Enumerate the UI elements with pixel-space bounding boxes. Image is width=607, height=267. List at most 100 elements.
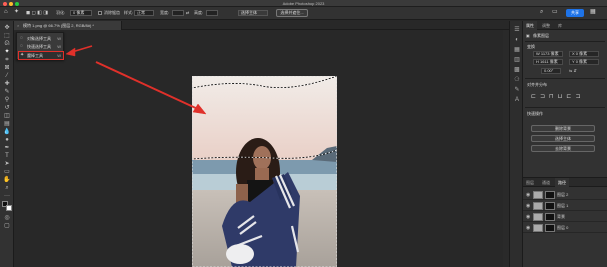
character-icon[interactable]: A: [513, 97, 521, 104]
properties-tabs: 属性 调整 库: [523, 21, 607, 30]
tools-panel: ✥ ⬚ ᘏ ✦ ⌗ ⊠ ⁄ ✚ ✎ ⚲ ↺ ◫ ▤ 💧 ● ✒ T ➤ ▭ ✋ …: [0, 21, 14, 267]
divider: [525, 107, 605, 108]
magic-wand-tool-icon[interactable]: ✦: [14, 9, 19, 15]
layer-mask-thumbnail: [545, 191, 555, 199]
align-buttons[interactable]: ⊏⊐⊓⊔⊏⊐: [531, 93, 584, 100]
workspace-icon[interactable]: ▭: [552, 9, 558, 15]
document-tab-title: 模特 1.png @ 66.7% (图层 2, RGB/8#) *: [23, 23, 94, 28]
more-tools-icon[interactable]: ···: [3, 193, 11, 199]
app-title: Adobe Photoshop 2023: [282, 1, 325, 6]
shortcut-key: W: [57, 44, 61, 49]
marquee-tool-icon[interactable]: ⬚: [3, 33, 11, 39]
select-subject-button[interactable]: 选择主体: [238, 10, 268, 16]
x-field[interactable]: X 0 像素: [569, 51, 599, 57]
tab-libraries[interactable]: 库: [555, 21, 565, 30]
brushes-icon[interactable]: ✎: [513, 87, 521, 94]
home-icon[interactable]: ⌂: [4, 9, 8, 15]
object-selection-tool-item[interactable]: ◌ 对象选择工具 W: [19, 35, 63, 42]
crop-tool-icon[interactable]: ⌗: [3, 57, 11, 63]
transform-section-title: 变换: [527, 44, 535, 49]
swap-icon[interactable]: ⇄: [186, 10, 189, 16]
layer-thumbnail: [533, 213, 543, 221]
gradient-icon[interactable]: ▥: [513, 57, 521, 64]
layer-row[interactable]: ◉ 图层 1: [523, 201, 607, 211]
tab-paths[interactable]: 路径: [555, 178, 569, 187]
tab-layers[interactable]: 图层: [523, 178, 537, 187]
height-input[interactable]: [206, 10, 218, 16]
lasso-tool-icon[interactable]: ᘏ: [3, 41, 11, 47]
frame-tool-icon[interactable]: ⊠: [3, 65, 11, 71]
width-label: 宽度:: [160, 10, 170, 15]
type-tool-icon[interactable]: T: [3, 153, 11, 159]
swatches-icon[interactable]: ▦: [513, 47, 521, 54]
close-tab-icon[interactable]: ×: [17, 21, 19, 30]
angle-field[interactable]: 0.00°: [541, 68, 561, 74]
photo-girl-on-beach: [192, 76, 337, 267]
blur-tool-icon[interactable]: 💧: [3, 129, 11, 135]
healing-brush-icon[interactable]: ✚: [3, 81, 11, 87]
history-icon[interactable]: ☰: [513, 27, 521, 34]
document-image[interactable]: [192, 76, 337, 267]
gradient-tool-icon[interactable]: ▤: [3, 121, 11, 127]
y-field[interactable]: Y 0 像素: [569, 59, 599, 65]
layer-row[interactable]: ◉ 背景: [523, 212, 607, 222]
quick-selection-tool-item[interactable]: ◌ 快速选择工具 W: [19, 43, 63, 50]
object-selection-icon: ◌: [20, 35, 23, 41]
flyout-item-label: 魔棒工具: [27, 53, 43, 58]
layer-row[interactable]: ◉ 图层 2: [523, 190, 607, 200]
history-brush-icon[interactable]: ↺: [3, 105, 11, 111]
shape-tool-icon[interactable]: ▭: [3, 169, 11, 175]
eye-icon[interactable]: ◉: [526, 201, 530, 211]
tab-properties[interactable]: 属性: [523, 21, 537, 30]
feather-input[interactable]: 0 像素: [70, 10, 92, 16]
patterns-icon[interactable]: ▩: [513, 67, 521, 74]
quick-mask-icon[interactable]: ◎: [3, 215, 11, 221]
remove-background-button[interactable]: 删除背景: [531, 125, 595, 132]
move-tool-icon[interactable]: ✥: [3, 25, 11, 31]
document-tab-bar: × 模特 1.png @ 66.7% (图层 2, RGB/8#) *: [14, 21, 509, 30]
path-select-icon[interactable]: ➤: [3, 161, 11, 167]
magic-wand-tool-icon[interactable]: ✦: [3, 49, 11, 55]
screen-mode-icon[interactable]: ▢: [3, 223, 11, 229]
flyout-item-label: 对象选择工具: [27, 36, 51, 41]
pen-tool-icon[interactable]: ✒: [3, 145, 11, 151]
eye-icon[interactable]: ◉: [526, 212, 530, 222]
quick-actions-title: 快速操作: [527, 111, 543, 116]
layer-row[interactable]: ◉ 图层 0: [523, 223, 607, 233]
libraries-icon[interactable]: ⚆: [513, 77, 521, 84]
select-and-mask-button[interactable]: 选择并遮住...: [276, 9, 308, 17]
document-tab[interactable]: × 模特 1.png @ 66.7% (图层 2, RGB/8#) *: [14, 21, 122, 30]
eye-icon[interactable]: ◉: [526, 223, 530, 233]
brush-tool-icon[interactable]: ✎: [3, 89, 11, 95]
width-field[interactable]: W 1173 像素: [533, 51, 563, 57]
color-icon[interactable]: ◐: [513, 37, 521, 44]
antialias-checkbox[interactable]: [98, 11, 102, 15]
background-color-swatch[interactable]: [6, 205, 12, 211]
selection-mode-icons[interactable]: ◼ ◻ ◧ ◨: [26, 10, 48, 16]
zoom-tool-icon[interactable]: ⌕: [3, 185, 11, 191]
tab-channels[interactable]: 通道: [539, 178, 553, 187]
eye-icon[interactable]: ◉: [526, 190, 530, 200]
stamp-tool-icon[interactable]: ⚲: [3, 97, 11, 103]
dodge-tool-icon[interactable]: ●: [3, 137, 11, 143]
flip-icons[interactable]: ⇋ ⇵: [569, 68, 577, 73]
share-button[interactable]: 共享: [566, 9, 584, 17]
eyedropper-tool-icon[interactable]: ⁄: [3, 73, 11, 79]
remove-bg-button[interactable]: 去除背景: [531, 145, 595, 152]
layer-mask-thumbnail: [545, 224, 555, 232]
eraser-tool-icon[interactable]: ◫: [3, 113, 11, 119]
tab-adjustments[interactable]: 调整: [539, 21, 553, 30]
layer-mask-thumbnail: [545, 213, 555, 221]
select-subject-button[interactable]: 选择主体: [531, 135, 595, 142]
search-icon[interactable]: ⌕: [540, 9, 543, 15]
style-select[interactable]: 正常: [134, 10, 154, 16]
height-field[interactable]: H 1611 像素: [533, 59, 563, 65]
magic-wand-icon: ✦: [20, 52, 25, 58]
workspace-switcher-icon[interactable]: ▦: [590, 9, 596, 15]
magic-wand-tool-item[interactable]: ✦ 魔棒工具 W: [18, 51, 64, 60]
title-bar: Adobe Photoshop 2023: [0, 0, 607, 7]
width-input[interactable]: [172, 10, 184, 16]
divider: [525, 78, 605, 79]
selection-tools-flyout: ◌ 对象选择工具 W ◌ 快速选择工具 W ✦ 魔棒工具 W: [16, 32, 64, 60]
hand-tool-icon[interactable]: ✋: [3, 177, 11, 183]
